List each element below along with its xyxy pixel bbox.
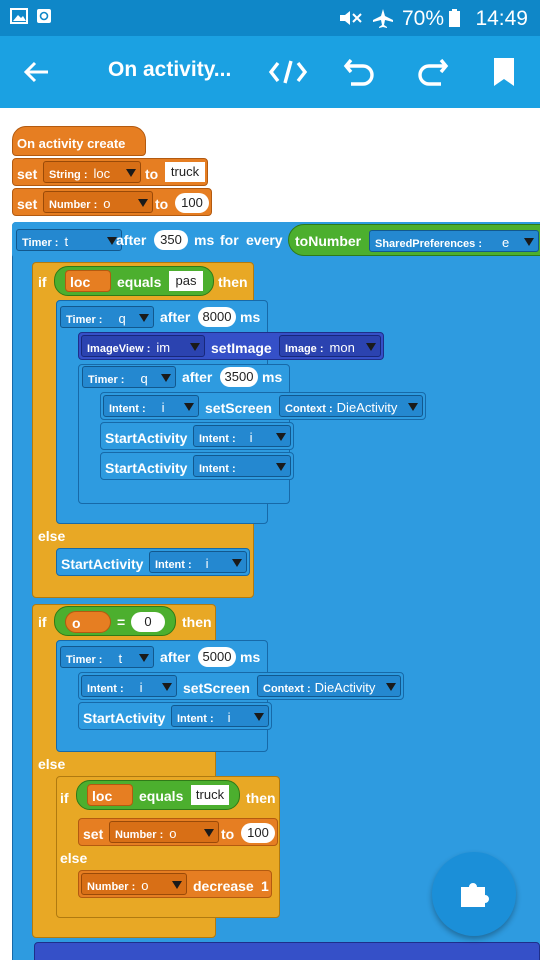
- else-label-1: else: [38, 528, 66, 544]
- imageview-setimage-block[interactable]: ImageView : im setImage Image : mon: [78, 332, 384, 360]
- back-button[interactable]: [14, 50, 58, 94]
- timer-every-header: Timer :t after 350 ms for every toNumber…: [12, 222, 540, 258]
- code-icon: [268, 60, 308, 84]
- bookmark-icon: [494, 58, 514, 86]
- timer-q2-dropdown[interactable]: Timer :q: [82, 366, 176, 388]
- image-icon: [10, 8, 28, 29]
- airplane-icon: [372, 8, 394, 33]
- start-activity-block-1[interactable]: StartActivity Intent :i: [100, 422, 294, 450]
- timer-q-dropdown[interactable]: Timer :q: [60, 306, 154, 328]
- mute-icon: [338, 9, 364, 32]
- else-label-3: else: [60, 850, 88, 866]
- number-var-dropdown[interactable]: Number :o: [43, 191, 153, 213]
- puzzle-icon: [461, 883, 489, 907]
- equals-block-2[interactable]: loc equals truck: [76, 780, 240, 810]
- number-value[interactable]: 100: [175, 193, 209, 213]
- start-activity-block-2[interactable]: StartActivity Intent :: [100, 452, 294, 480]
- recycle-icon: [36, 8, 52, 29]
- loc-var-chip[interactable]: loc: [65, 270, 111, 292]
- battery-percent: 70%: [401, 7, 444, 30]
- code-view-button[interactable]: [266, 50, 310, 94]
- start-activity-block-4[interactable]: StartActivity Intent :i: [78, 702, 272, 730]
- add-block-fab[interactable]: [432, 852, 516, 936]
- event-label: On activity create: [17, 136, 126, 151]
- else-label-2: else: [38, 756, 66, 772]
- o-var-chip[interactable]: o: [65, 611, 111, 633]
- string-var-dropdown[interactable]: String : loc: [43, 161, 141, 183]
- set-string-block[interactable]: set String : loc to truck: [12, 158, 208, 186]
- on-activity-create-block[interactable]: On activity create: [12, 126, 146, 156]
- to-number-block[interactable]: toNumber SharedPreferences :e: [288, 224, 540, 256]
- timer-delay-value[interactable]: 350: [154, 230, 188, 250]
- app-bar: On activity...: [0, 36, 540, 108]
- status-bar: 70% 14:49: [0, 0, 540, 36]
- undo-icon: [343, 58, 374, 86]
- number-decrease-block[interactable]: Number :o decrease 1: [78, 870, 272, 898]
- back-arrow-icon: [23, 61, 48, 83]
- imageview-dropdown[interactable]: ImageView : im: [81, 335, 205, 357]
- block-canvas[interactable]: On activity create set String : loc to tr…: [0, 108, 540, 960]
- equals-block-1[interactable]: loc equals pas: [54, 266, 214, 296]
- prefs-dropdown[interactable]: SharedPreferences :e: [369, 230, 539, 252]
- bookmark-button[interactable]: [482, 50, 526, 94]
- intent-setscreen-block-1[interactable]: Intent :i setScreen Context : DieActivity: [100, 392, 426, 420]
- battery-icon: [449, 9, 460, 32]
- timer-t-dropdown[interactable]: Timer :t: [16, 229, 122, 251]
- set-number-block[interactable]: set Number :o to 100: [12, 188, 212, 216]
- redo-button[interactable]: [410, 50, 454, 94]
- clock: 14:49: [475, 7, 528, 30]
- page-title: On activity...: [108, 58, 232, 81]
- intent-setscreen-block-2[interactable]: Intent :i setScreen Context : DieActivity: [78, 672, 404, 700]
- undo-button[interactable]: [338, 50, 382, 94]
- compare-block[interactable]: o = 0: [54, 606, 176, 636]
- set-number-block-2[interactable]: set Number :o to 100: [78, 818, 278, 846]
- image-dropdown[interactable]: Image : mon: [279, 335, 381, 357]
- string-value[interactable]: truck: [165, 162, 205, 182]
- start-activity-block-3[interactable]: StartActivity Intent :i: [56, 548, 250, 576]
- redo-icon: [418, 58, 449, 86]
- next-block-partial[interactable]: [34, 942, 540, 960]
